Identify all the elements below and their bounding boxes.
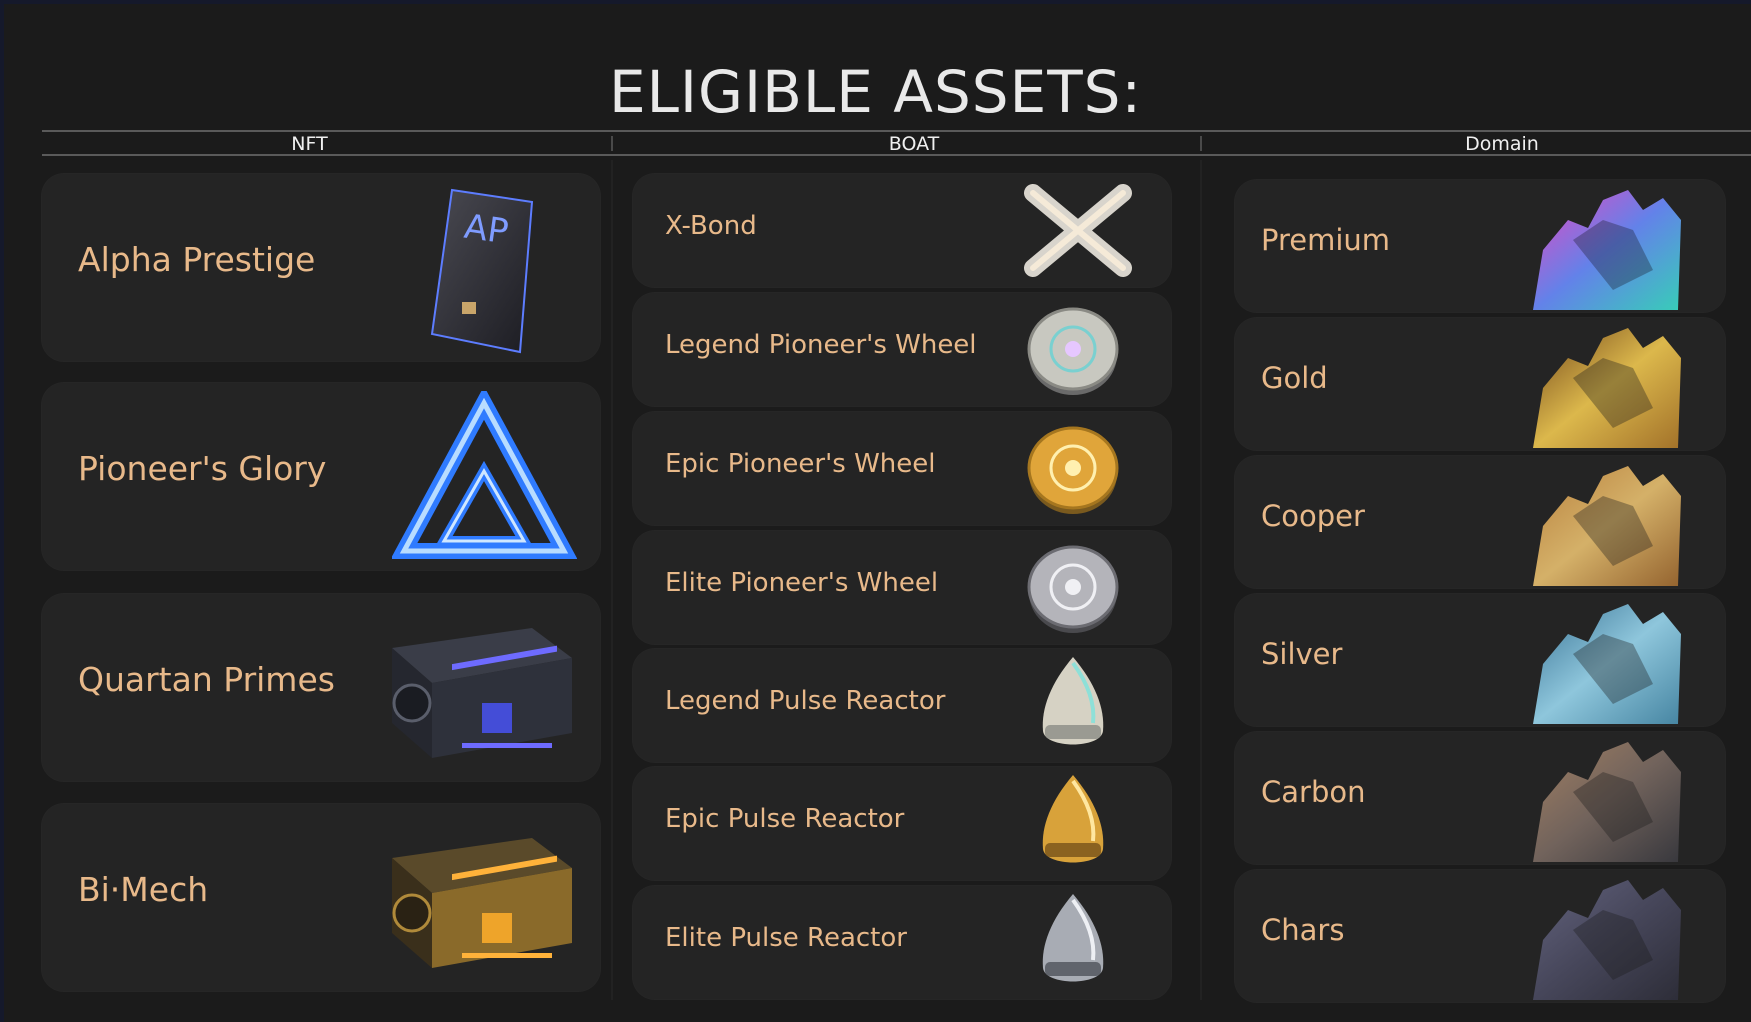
domain-card-label: Cooper [1261, 499, 1365, 533]
nft-card-label: Bi·Mech [78, 870, 209, 909]
header-top-rule [42, 130, 1751, 132]
boat-card-label: Epic Pioneer's Wheel [665, 449, 936, 479]
boat-card-legend-pioneers-wheel[interactable]: Legend Pioneer's Wheel [633, 293, 1171, 406]
epic-reactor-icon [1042, 775, 1104, 863]
blue-crate-icon [392, 628, 572, 758]
gold-mech-icon [1533, 328, 1681, 448]
column-header-domain: Domain [1465, 133, 1539, 155]
neon-triangle-icon [392, 391, 577, 559]
alpha-prestige-card-icon: AP [430, 188, 534, 354]
boat-card-label: X-Bond [665, 211, 757, 241]
boat-card-epic-pioneers-wheel[interactable]: Epic Pioneer's Wheel [633, 412, 1171, 525]
epic-wheel-icon [1027, 426, 1119, 514]
column-divider [611, 160, 613, 1000]
nft-card-label: Pioneer's Glory [78, 449, 327, 488]
domain-card-premium[interactable]: Premium [1235, 180, 1725, 312]
boat-card-epic-pulse-reactor[interactable]: Epic Pulse Reactor [633, 767, 1171, 880]
nft-card-bi-mech[interactable]: Bi·Mech [42, 804, 600, 991]
gold-crate-icon [392, 838, 572, 968]
nft-card-label: Alpha Prestige [78, 240, 316, 279]
domain-card-label: Premium [1261, 223, 1391, 257]
domain-card-carbon[interactable]: Carbon [1235, 732, 1725, 864]
premium-mech-icon [1533, 190, 1681, 310]
boat-card-label: Elite Pioneer's Wheel [665, 568, 939, 598]
boat-card-label: Legend Pioneer's Wheel [665, 330, 977, 360]
nft-card-alpha-prestige[interactable]: Alpha Prestige AP [42, 174, 600, 361]
domain-card-chars[interactable]: Chars [1235, 870, 1725, 1002]
cooper-mech-icon [1533, 466, 1681, 586]
domain-card-label: Silver [1261, 637, 1343, 671]
carbon-mech-icon [1533, 742, 1681, 862]
svg-text:AP: AP [462, 207, 511, 253]
boat-card-label: Epic Pulse Reactor [665, 804, 905, 834]
domain-card-cooper[interactable]: Cooper [1235, 456, 1725, 588]
nft-card-pioneers-glory[interactable]: Pioneer's Glory [42, 383, 600, 570]
legend-reactor-icon [1042, 657, 1104, 745]
silver-mech-icon [1533, 604, 1681, 724]
boat-card-label: Legend Pulse Reactor [665, 686, 946, 716]
boat-card-x-bond[interactable]: X-Bond [633, 174, 1171, 287]
nft-card-label: Quartan Primes [78, 660, 335, 699]
elite-wheel-icon [1027, 545, 1119, 633]
x-bond-icon [1024, 184, 1132, 277]
boat-card-elite-pulse-reactor[interactable]: Elite Pulse Reactor [633, 886, 1171, 999]
legend-wheel-icon [1027, 307, 1119, 395]
column-header-nft: NFT [291, 133, 328, 155]
domain-card-label: Gold [1261, 361, 1328, 395]
domain-card-label: Carbon [1261, 775, 1366, 809]
column-header-boat: BOAT [888, 133, 940, 155]
nft-card-quartan-primes[interactable]: Quartan Primes [42, 594, 600, 781]
domain-card-silver[interactable]: Silver [1235, 594, 1725, 726]
domain-card-label: Chars [1261, 913, 1345, 947]
boat-card-elite-pioneers-wheel[interactable]: Elite Pioneer's Wheel [633, 531, 1171, 644]
page-title: ELIGIBLE ASSETS: [608, 58, 1143, 126]
domain-card-gold[interactable]: Gold [1235, 318, 1725, 450]
column-divider [1200, 160, 1202, 1000]
elite-reactor-icon [1042, 894, 1104, 982]
boat-card-legend-pulse-reactor[interactable]: Legend Pulse Reactor [633, 649, 1171, 762]
chars-mech-icon [1533, 880, 1681, 1000]
boat-card-label: Elite Pulse Reactor [665, 923, 907, 953]
